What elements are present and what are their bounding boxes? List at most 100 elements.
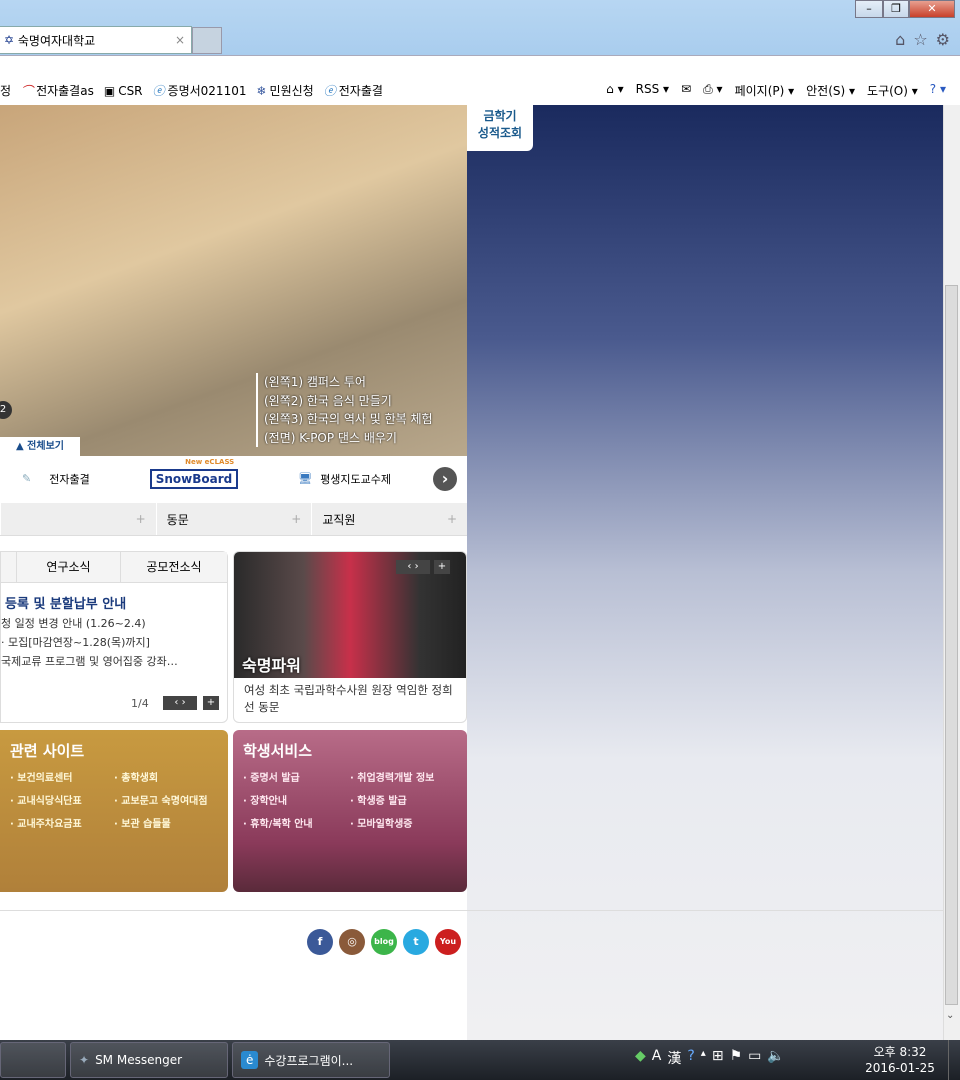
hanja-icon[interactable]: 漢 — [667, 1048, 681, 1068]
related-link[interactable]: · 교보문고 숙명여대점 — [114, 792, 218, 807]
messenger-icon: ✦ — [79, 1053, 90, 1067]
student-services-title: 학생서비스 — [243, 742, 313, 760]
new-tab-button[interactable] — [192, 27, 222, 54]
favorites-bar: 정 ⌒ 전자출결as ▣ CSR ⓔ 증명서021101 ❄ 민원신청 ⓔ 전자출결 — [0, 82, 383, 99]
system-tray: ◆ A 漢 ? ▴ ⊞ ⚑ ▭ 🔈 — [635, 1048, 785, 1068]
footer-divider — [0, 910, 943, 911]
news-panel: 연구소식 공모전소식 등록 및 분할납부 안내 청 일정 변경 안내 (1.26… — [0, 551, 228, 723]
view-all-button[interactable]: ▲ 전체보기 — [0, 437, 80, 456]
favorite-item[interactable]: ⓔ 전자출결 — [324, 82, 383, 99]
quick-link-attendance[interactable]: 전자출결 — [49, 471, 89, 487]
show-hidden-icon[interactable]: ▴ — [701, 1048, 706, 1068]
service-link[interactable]: · 학생증 발급 — [350, 792, 457, 807]
close-window-button[interactable]: ✕ — [909, 0, 955, 18]
windows-icon[interactable]: ⊞ — [712, 1048, 724, 1068]
favorite-item[interactable]: ⓔ 증명서021101 — [153, 82, 247, 99]
news-item[interactable]: 국제교류 프로그램 및 영어집중 강좌… — [1, 652, 227, 671]
related-link[interactable]: · 보건의료센터 — [10, 769, 114, 784]
restore-button[interactable]: ❐ — [883, 0, 909, 18]
sookmyung-power-panel: 숙명파워 ‹ › + 여성 최초 국립과학수사원 원장 역임한 정희선 동문 — [233, 551, 467, 723]
prev-next-buttons[interactable]: ‹ › — [163, 696, 197, 710]
plus-icon[interactable]: + — [447, 512, 457, 526]
image-icon: ▣ — [103, 83, 116, 98]
page-menu[interactable]: 페이지(P) ▾ — [735, 82, 795, 99]
favorite-item[interactable]: ❄ 민원신청 — [256, 82, 313, 99]
mail-button[interactable]: ✉ — [681, 82, 691, 99]
favorite-item[interactable]: ▣ CSR — [104, 82, 143, 99]
scroll-down-icon[interactable]: ⌄ — [946, 1010, 954, 1021]
power-photo[interactable]: 숙명파워 ‹ › + — [234, 552, 466, 678]
related-link[interactable]: · 교내식당식단표 — [10, 792, 114, 807]
power-title: 숙명파워 — [242, 656, 301, 675]
service-link[interactable]: · 장학안내 — [243, 792, 350, 807]
minimize-button[interactable]: – — [855, 0, 883, 18]
news-headline[interactable]: 등록 및 분할납부 안내 — [1, 583, 227, 612]
favorite-item[interactable]: 정 — [0, 82, 11, 99]
instagram-icon[interactable]: ◎ — [339, 929, 365, 955]
facebook-icon[interactable]: f — [307, 929, 333, 955]
gear-icon[interactable]: ⚙ — [936, 30, 950, 49]
flag-icon[interactable]: ⚑ — [730, 1048, 743, 1068]
news-item[interactable]: · 모집[마감연장~1.28(목)까지] — [1, 633, 227, 652]
service-link[interactable]: · 모바일학생증 — [350, 815, 457, 830]
browser-tab[interactable]: ✡ 숙명여자대학교 × — [0, 26, 192, 54]
ime-mode-icon[interactable]: A — [652, 1048, 662, 1068]
scrollbar-thumb[interactable] — [945, 285, 958, 1005]
arc-icon: ⌒ — [21, 84, 34, 98]
taskbar-registration-program[interactable]: ė 수강프로그램이... — [232, 1042, 390, 1078]
tools-menu[interactable]: 도구(O) ▾ — [867, 82, 918, 99]
volume-icon[interactable]: 🔈 — [767, 1048, 784, 1068]
taskbar-button[interactable] — [0, 1042, 66, 1078]
twitter-icon[interactable]: t — [403, 929, 429, 955]
rss-menu[interactable]: RSS ▾ — [636, 82, 669, 99]
youtube-icon[interactable]: You — [435, 929, 461, 955]
caption-line: (왼쪽3) 한국의 역사 및 한복 체험 — [264, 412, 433, 426]
favorite-item[interactable]: ⌒ 전자출결as — [21, 82, 94, 99]
shield-icon[interactable]: ◆ — [635, 1048, 646, 1068]
snowboard-link[interactable]: New eCLASS SnowBoard — [149, 458, 239, 489]
quick-links: ✎ 전자출결 New eCLASS SnowBoard 🖥 평생지도교수제 › — [0, 456, 467, 501]
clock[interactable]: 오후 8:32 2016-01-25 — [862, 1044, 938, 1076]
taskbar-label: 수강프로그램이... — [264, 1053, 354, 1068]
news-tab-research[interactable]: 연구소식 — [17, 552, 121, 582]
safety-menu[interactable]: 안전(S) ▾ — [806, 82, 855, 99]
prev-next-buttons[interactable]: ‹ › — [396, 560, 430, 574]
service-link[interactable]: · 휴학/복학 안내 — [243, 815, 350, 830]
star-icon[interactable]: ☆ — [913, 30, 927, 49]
blog-icon[interactable]: blog — [371, 929, 397, 955]
power-description[interactable]: 여성 최초 국립과학수사원 원장 역임한 정희선 동문 — [234, 678, 466, 720]
news-tab[interactable] — [1, 552, 17, 582]
tab-title: 숙명여자대학교 — [17, 33, 96, 48]
grade-inquiry-tab[interactable]: 금학기 성적조회 — [467, 105, 533, 151]
plus-icon[interactable]: + — [136, 512, 146, 526]
service-link[interactable]: · 증명서 발급 — [243, 769, 350, 784]
page-indicator: 1/4 — [131, 697, 149, 710]
help-menu[interactable]: ? ▾ — [930, 82, 946, 99]
help-icon[interactable]: ? — [687, 1048, 694, 1068]
quick-link-advisor[interactable]: 평생지도교수제 — [320, 471, 391, 487]
home-icon[interactable]: ⌂ — [895, 30, 905, 49]
show-desktop-button[interactable] — [948, 1040, 960, 1080]
accordion-label: 동문 — [166, 512, 189, 527]
accordion-item[interactable]: 동문 + — [155, 503, 312, 535]
related-link[interactable]: · 총학생회 — [114, 769, 218, 784]
close-tab-icon[interactable]: × — [175, 33, 185, 47]
snowflake-icon: ❄ — [256, 83, 267, 98]
grade-tab-line: 금학기 — [483, 109, 517, 123]
related-link[interactable]: · 교내주차요금표 — [10, 815, 114, 830]
plus-icon[interactable]: + — [291, 512, 301, 526]
news-tab-contest[interactable]: 공모전소식 — [121, 552, 227, 582]
print-menu[interactable]: ⎙ ▾ — [703, 82, 722, 99]
computer-icon: 🖥 — [298, 472, 313, 485]
news-item[interactable]: 청 일정 변경 안내 (1.26~2.4) — [1, 614, 227, 633]
service-link[interactable]: · 취업경력개발 정보 — [350, 769, 457, 784]
related-link[interactable]: · 보관 습들물 — [114, 815, 218, 830]
more-button[interactable]: + — [203, 696, 219, 710]
taskbar-sm-messenger[interactable]: ✦ SM Messenger — [70, 1042, 228, 1078]
network-icon[interactable]: ▭ — [748, 1048, 761, 1068]
home-menu[interactable]: ⌂ ▾ — [606, 82, 623, 99]
more-button[interactable]: + — [434, 560, 450, 574]
next-arrow-button[interactable]: › — [433, 466, 457, 491]
accordion-item[interactable]: + — [0, 503, 156, 535]
accordion-item[interactable]: 교직원 + — [311, 503, 467, 535]
